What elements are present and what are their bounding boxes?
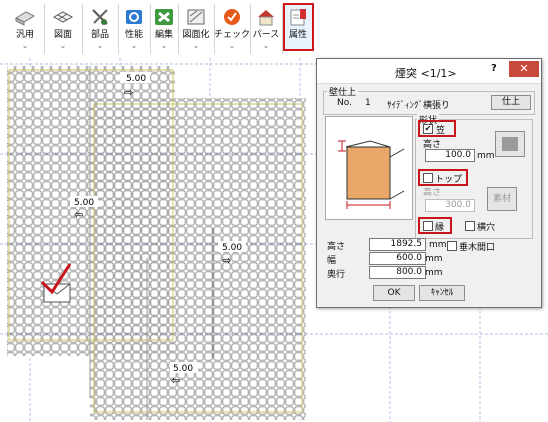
ok-button[interactable]: OK [373, 285, 415, 301]
no-value: 1 [365, 98, 371, 108]
chimney-dialog: 煙突 <1/1> ? ✕ 壁仕上 No. 1 ｻｲﾃﾞｨﾝｸﾞ横張り 仕上 形状… [316, 58, 542, 308]
side-hole-checkbox[interactable] [465, 221, 475, 231]
toolbar-button-parts[interactable]: 部品 ⌄ [82, 4, 119, 54]
perspective-icon [254, 6, 278, 28]
kasa-unit: mm [477, 151, 495, 161]
chevron-down-icon: ⌄ [59, 41, 67, 50]
arrow-icon: ⇦ [171, 374, 180, 387]
chevron-down-icon: ⌄ [160, 41, 168, 50]
arrow-icon: ⇨ [222, 254, 231, 267]
drawing-icon [51, 6, 75, 28]
chevron-down-icon: ⌄ [228, 41, 236, 50]
finish-name: ｻｲﾃﾞｨﾝｸﾞ横張り [387, 101, 451, 111]
material-swatch [502, 137, 518, 151]
close-button[interactable]: ✕ [509, 61, 539, 77]
arrow-icon: ⇨ [124, 86, 133, 99]
chevron-down-icon: ⌄ [96, 41, 104, 50]
dialog-title: 煙突 <1/1> [395, 67, 457, 80]
side-hole-label: 横穴 [477, 223, 496, 233]
toolbar-button-drawing[interactable]: 図面 ⌄ [44, 4, 83, 54]
finish-button[interactable]: 仕上 [491, 95, 531, 110]
svg-text:5.00: 5.00 [126, 74, 146, 84]
depth-unit: mm [425, 268, 443, 278]
depth-label: 奥行 [327, 270, 346, 280]
roof-tile-area [7, 66, 306, 420]
material-button[interactable]: 素材 [487, 187, 517, 211]
chimney-preview [325, 116, 413, 220]
parts-icon [88, 6, 112, 28]
depth-input[interactable]: 800.0 [369, 266, 426, 279]
vertical-opening-checkbox[interactable] [447, 241, 457, 251]
drawing-conversion-icon [184, 6, 208, 28]
wall-finish-group-title: 壁仕上 [327, 85, 359, 98]
chevron-down-icon: ⌄ [21, 41, 29, 50]
toolbar: 汎用 ⌄ 図面 ⌄ 部品 ⌄ 性能 ⌄ 編集 ⌄ 図面化 ⌄ チェック ⌄ パー… [0, 0, 548, 58]
width-unit: mm [425, 254, 443, 264]
help-button[interactable]: ? [491, 63, 497, 74]
chevron-down-icon: ⌄ [262, 41, 270, 50]
toolbar-button-multipurpose[interactable]: 汎用 ⌄ [6, 4, 45, 54]
top-height-label: 高さ [423, 188, 442, 198]
chevron-down-icon: ⌄ [130, 41, 138, 50]
kasa-checkbox[interactable]: ✔ [423, 124, 433, 134]
kasa-material-button[interactable] [495, 131, 525, 157]
edit-icon [152, 6, 176, 28]
edge-label: 縁 [435, 223, 445, 233]
vertical-opening-label: 垂木間口 [459, 243, 496, 253]
attribute-icon [286, 6, 310, 28]
toolbar-button-edit[interactable]: 編集 ⌄ [150, 4, 179, 54]
svg-text:5.00: 5.00 [173, 364, 193, 374]
chimney-preview-drawing [338, 140, 405, 209]
kasa-height-input[interactable]: 100.0 [425, 149, 475, 162]
width-label: 幅 [327, 256, 337, 266]
cancel-button[interactable]: ｷｬﾝｾﾙ [419, 285, 465, 301]
top-height-input[interactable]: 300.0 [425, 199, 475, 212]
arrow-icon: ⇦ [74, 208, 83, 221]
edge-checkbox[interactable] [423, 221, 433, 231]
toolbar-button-drawing-conversion[interactable]: 図面化 ⌄ [178, 4, 215, 54]
performance-icon [122, 6, 146, 28]
no-label: No. [337, 98, 352, 108]
toolbar-button-attribute[interactable]: 属性 [283, 3, 314, 51]
chevron-down-icon: ⌄ [192, 41, 200, 50]
toolbar-button-performance[interactable]: 性能 ⌄ [118, 4, 151, 54]
kasa-label: 笠 [436, 126, 446, 136]
multipurpose-icon [13, 6, 37, 28]
svg-text:5.00: 5.00 [74, 198, 94, 208]
height-label: 高さ [327, 242, 346, 252]
width-input[interactable]: 600.0 [369, 252, 426, 265]
toolbar-button-perspective[interactable]: パース ⌄ [250, 4, 283, 54]
svg-text:5.00: 5.00 [222, 243, 242, 253]
toolbar-button-check[interactable]: チェック ⌄ [214, 4, 251, 54]
top-label: トップ [435, 175, 463, 185]
height-input[interactable]: 1892.5 [369, 238, 426, 251]
dialog-titlebar: 煙突 <1/1> ? ✕ [317, 59, 541, 84]
top-checkbox[interactable] [423, 173, 433, 183]
check-icon [220, 6, 244, 28]
height-unit: mm [429, 240, 447, 250]
